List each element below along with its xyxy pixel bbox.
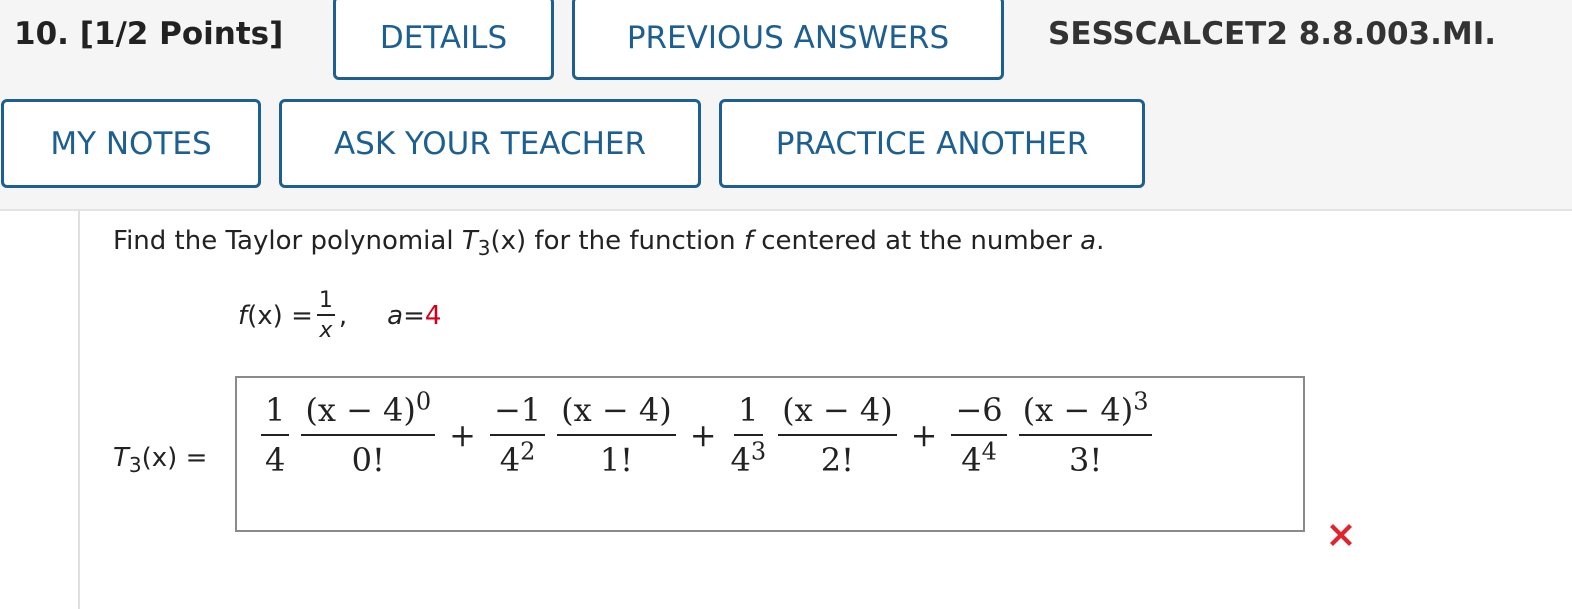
term-4-pow-num: (x − 4)3	[1018, 389, 1153, 436]
term-3-fact: 2!	[820, 441, 855, 479]
term-2-power: (x − 4) 1!	[557, 394, 676, 476]
term-4-coef-num: −6	[951, 394, 1007, 436]
practice-another-button-label: PRACTICE ANOTHER	[775, 125, 1089, 162]
answer-label: T3(x) =	[113, 443, 207, 477]
prompt-a: a	[1080, 226, 1097, 256]
term-3-power: (x − 4) 2!	[778, 394, 897, 476]
term-3-coefficient: 1 43	[731, 394, 767, 476]
fx-denominator: x	[319, 318, 333, 343]
a-equals: =	[403, 301, 425, 331]
details-button[interactable]: DETAILS	[333, 0, 554, 80]
term-1-pow-num: (x − 4)0	[301, 389, 436, 436]
previous-answers-button[interactable]: PREVIOUS ANSWERS	[572, 0, 1004, 80]
prompt-f: f	[743, 226, 753, 256]
term-2-fact: 1!	[599, 441, 634, 479]
fx-f: f	[238, 301, 248, 331]
prompt-T-arg: (x)	[490, 226, 527, 256]
fx-arg: (x) =	[247, 301, 313, 331]
previous-answers-button-label: PREVIOUS ANSWERS	[626, 20, 950, 56]
details-button-label: DETAILS	[379, 20, 508, 56]
fx-fraction: 1 x	[316, 290, 335, 343]
term-4-coef-den: 44	[961, 437, 997, 479]
term-4-power: (x − 4)3 3!	[1018, 389, 1153, 479]
term-3-coef-num: 1	[734, 394, 763, 436]
prompt-T: T	[461, 226, 478, 256]
term-1-coef-num: 1	[261, 394, 290, 436]
answer-expression: 1 4 (x − 4)0 0! + −1 42 (x − 4) 1! + 1 4…	[255, 389, 1158, 479]
prompt-period: .	[1096, 226, 1105, 256]
question-code: SESSCALCET2 8.8.003.MI.	[1048, 16, 1497, 52]
answer-label-rest: (x) =	[141, 443, 208, 473]
term-3-pow-num: (x − 4)	[778, 394, 897, 436]
practice-another-button[interactable]: PRACTICE ANOTHER	[719, 99, 1145, 188]
term-1-coefficient: 1 4	[261, 394, 290, 479]
my-notes-button[interactable]: MY NOTES	[1, 99, 261, 188]
term-1-power: (x − 4)0 0!	[301, 389, 436, 479]
question-points: [1/2 Points]	[79, 16, 284, 52]
question-prompt: Find the Taylor polynomial T3(x) for the…	[113, 226, 1104, 260]
plus-sign: +	[449, 416, 476, 454]
term-4-fact: 3!	[1068, 441, 1103, 479]
term-1-fact: 0!	[351, 441, 385, 479]
question-number: 10.	[14, 16, 69, 52]
term-4-coefficient: −6 44	[951, 394, 1007, 479]
fx-numerator: 1	[316, 290, 335, 316]
ask-your-teacher-button[interactable]: ASK YOUR TEACHER	[279, 99, 701, 188]
answer-input-box[interactable]: 1 4 (x − 4)0 0! + −1 42 (x − 4) 1! + 1 4…	[235, 376, 1305, 532]
ask-your-teacher-button-label: ASK YOUR TEACHER	[333, 125, 647, 162]
answer-label-T: T	[113, 443, 129, 473]
term-2-coef-num: −1	[489, 394, 546, 436]
prompt-text-2: for the function	[526, 226, 744, 256]
term-2-coefficient: −1 42	[489, 394, 546, 479]
a-label: a	[387, 301, 404, 331]
prompt-T-sub: 3	[477, 236, 491, 261]
a-value: 4	[424, 301, 442, 331]
content-divider	[78, 211, 80, 609]
function-definition: f (x) = 1 x , a = 4	[238, 290, 441, 342]
question-header: 10. [1/2 Points] DETAILS PREVIOUS ANSWER…	[0, 0, 1572, 211]
fx-comma: ,	[338, 301, 348, 331]
incorrect-x-icon	[1330, 524, 1352, 546]
term-3-coef-den: 43	[730, 437, 767, 479]
prompt-text-1: Find the Taylor polynomial	[113, 226, 462, 256]
question-title: 10. [1/2 Points]	[14, 16, 283, 52]
term-2-pow-num: (x − 4)	[557, 394, 676, 436]
answer-label-sub: 3	[128, 453, 142, 478]
plus-sign: +	[689, 416, 717, 454]
term-2-coef-den: 42	[499, 437, 536, 479]
prompt-text-3: centered at the number	[753, 226, 1081, 256]
plus-sign: +	[910, 416, 938, 454]
term-1-coef-den: 4	[265, 441, 286, 479]
my-notes-button-label: MY NOTES	[50, 125, 212, 162]
